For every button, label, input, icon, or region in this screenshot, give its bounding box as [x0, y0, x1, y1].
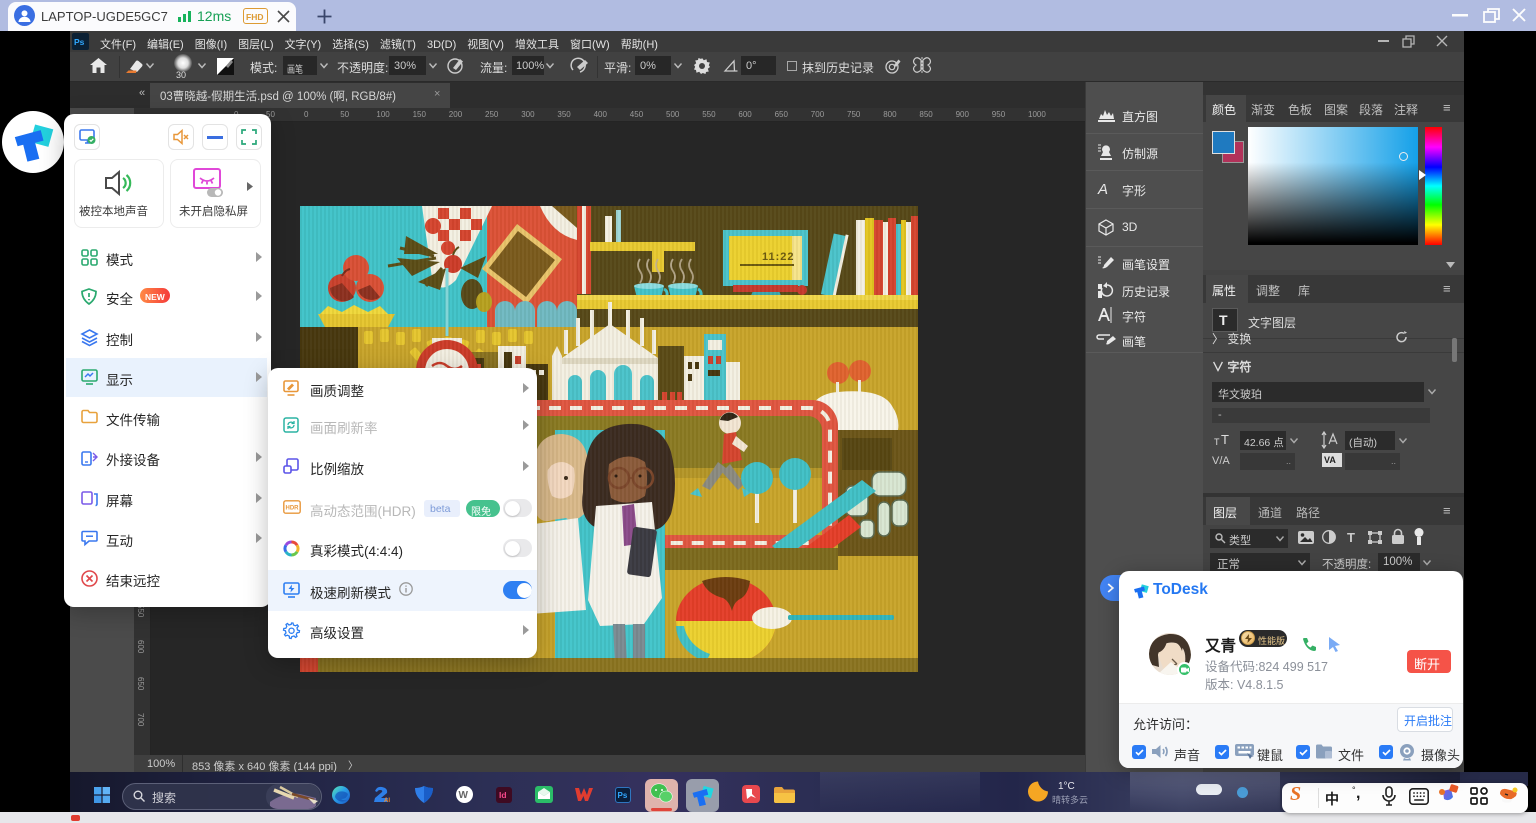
svg-text:AI: AI [384, 798, 390, 804]
svg-text:HDR: HDR [286, 506, 300, 512]
svg-text:A: A [1097, 181, 1108, 198]
